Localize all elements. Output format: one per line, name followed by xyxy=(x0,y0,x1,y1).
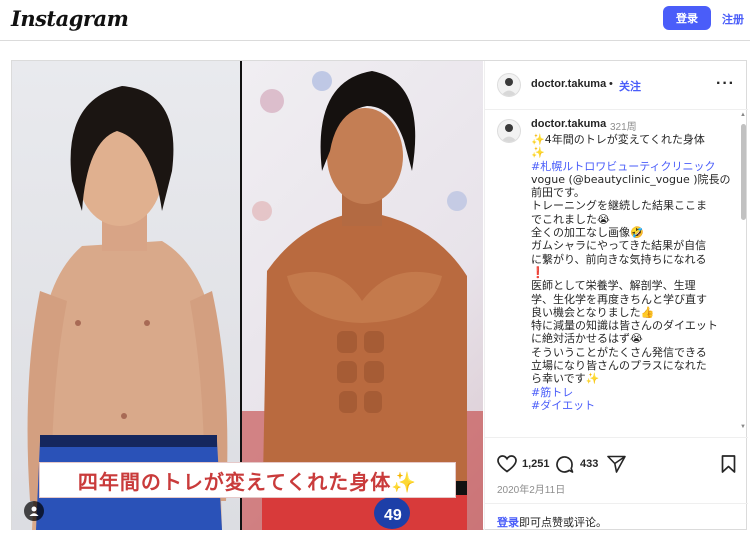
author-avatar[interactable] xyxy=(497,73,521,97)
after-photo: 49 xyxy=(242,61,483,530)
post-actions: 1,251 433 2020年2月11日 登录即可点赞或评论。 xyxy=(485,437,748,530)
likes-count[interactable]: 1,251 xyxy=(522,458,550,470)
login-button[interactable]: 登录 xyxy=(663,6,711,30)
caption-scrollbar[interactable]: ▲ ▼ xyxy=(740,112,746,434)
caption-line: vogue (@beautyclinic_vogue )院長の xyxy=(531,172,731,186)
login-prompt-text: 即可点赞或评论。 xyxy=(519,517,607,529)
caption-line: 学、生化学を再度きちんと学び直す xyxy=(531,292,707,306)
post-date: 2020年2月11日 xyxy=(497,485,566,496)
caption-avatar[interactable] xyxy=(497,119,521,143)
caption-username[interactable]: doctor.takuma xyxy=(531,118,606,130)
author-username[interactable]: doctor.takuma xyxy=(531,78,606,90)
caption-line: に繋がり、前向きな気持ちになれる xyxy=(531,252,707,266)
follow-button[interactable]: 关注 xyxy=(619,78,641,94)
caption-time: 321周 xyxy=(610,122,637,133)
login-prompt-link[interactable]: 登录 xyxy=(497,517,519,529)
scroll-down-icon[interactable]: ▼ xyxy=(740,424,746,430)
caption-line: ガムシャラにやってきた結果が自信 xyxy=(531,239,707,253)
caption-line: 医師として栄養学、解剖学、生理 xyxy=(531,279,696,293)
post-header: doctor.takuma • 关注 ··· xyxy=(485,61,748,110)
caption-line: ✨4年間のトレが変えてくれた身体 xyxy=(531,133,705,146)
image-banner-text: 四年間のトレが変えてくれた身体✨ xyxy=(77,469,418,494)
caption-line: 全くの加工なし画像🤣 xyxy=(531,226,644,240)
separator-dot: • xyxy=(609,78,613,90)
post-sidebar: doctor.takuma • 关注 ··· doctor.takuma 321… xyxy=(484,61,748,530)
caption-line: ❗ xyxy=(531,265,545,279)
hashtag-link[interactable]: #札幌ルトロワビューティクリニック xyxy=(531,160,731,173)
post-container: 49 四年間のトレが変えてくれた身体✨ doctor.takuma • 关注 ·… xyxy=(11,60,748,530)
caption-line: トレーニングを継続した結果ここま xyxy=(531,199,707,213)
signup-link[interactable]: 注册 xyxy=(722,11,744,27)
scroll-thumb[interactable] xyxy=(741,124,746,220)
before-figure-illustration xyxy=(27,86,228,530)
caption-line: でこれました😭 xyxy=(531,212,610,226)
share-icon[interactable] xyxy=(607,455,626,478)
svg-text:49: 49 xyxy=(384,507,402,524)
more-icon[interactable]: ··· xyxy=(716,75,735,93)
caption-line: 特に減量の知識は皆さんのダイエット xyxy=(531,319,718,333)
hashtag-link[interactable]: #筋トレ xyxy=(531,386,731,399)
caption-line: 立場になり皆さんのプラスになれた xyxy=(531,359,707,373)
caption-line: 良い機会となりました👍 xyxy=(531,305,655,319)
top-navigation-bar: Instagram 登录 注册 xyxy=(0,0,750,41)
before-photo xyxy=(12,61,240,530)
caption-line: に絶対活かせるはず😭 xyxy=(531,332,643,346)
user-tag-icon[interactable] xyxy=(24,501,44,521)
caption-line: そういうことがたくさん発信できる xyxy=(531,345,707,359)
heart-icon[interactable] xyxy=(497,455,517,478)
scroll-up-icon[interactable]: ▲ xyxy=(740,112,746,118)
post-media[interactable]: 49 四年間のトレが変えてくれた身体✨ xyxy=(12,61,483,530)
caption-text: ✨4年間のトレが変えてくれた身体 ✨ #札幌ルトロワビューティクリニック vogue … xyxy=(531,133,731,412)
instagram-logo[interactable]: Instagram xyxy=(11,6,129,31)
caption-line: 前田です。 xyxy=(531,186,585,200)
after-figure-illustration: 49 xyxy=(242,71,483,530)
login-prompt: 登录即可点赞或评论。 xyxy=(497,514,607,530)
caption-line: ら幸いです✨ xyxy=(531,372,600,386)
image-banner: 四年間のトレが変えてくれた身体✨ xyxy=(39,462,456,498)
comment-icon[interactable] xyxy=(555,455,574,479)
comments-count[interactable]: 433 xyxy=(580,458,598,470)
login-prompt-bar: 登录即可点赞或评论。 xyxy=(485,503,748,531)
bookmark-icon[interactable] xyxy=(721,455,736,478)
hashtag-link[interactable]: #ダイエット xyxy=(531,399,731,412)
caption-area[interactable]: doctor.takuma 321周 ✨4年間のトレが変えてくれた身体 ✨ #札幌ル… xyxy=(485,110,748,436)
caption-line: ✨ xyxy=(531,146,545,160)
